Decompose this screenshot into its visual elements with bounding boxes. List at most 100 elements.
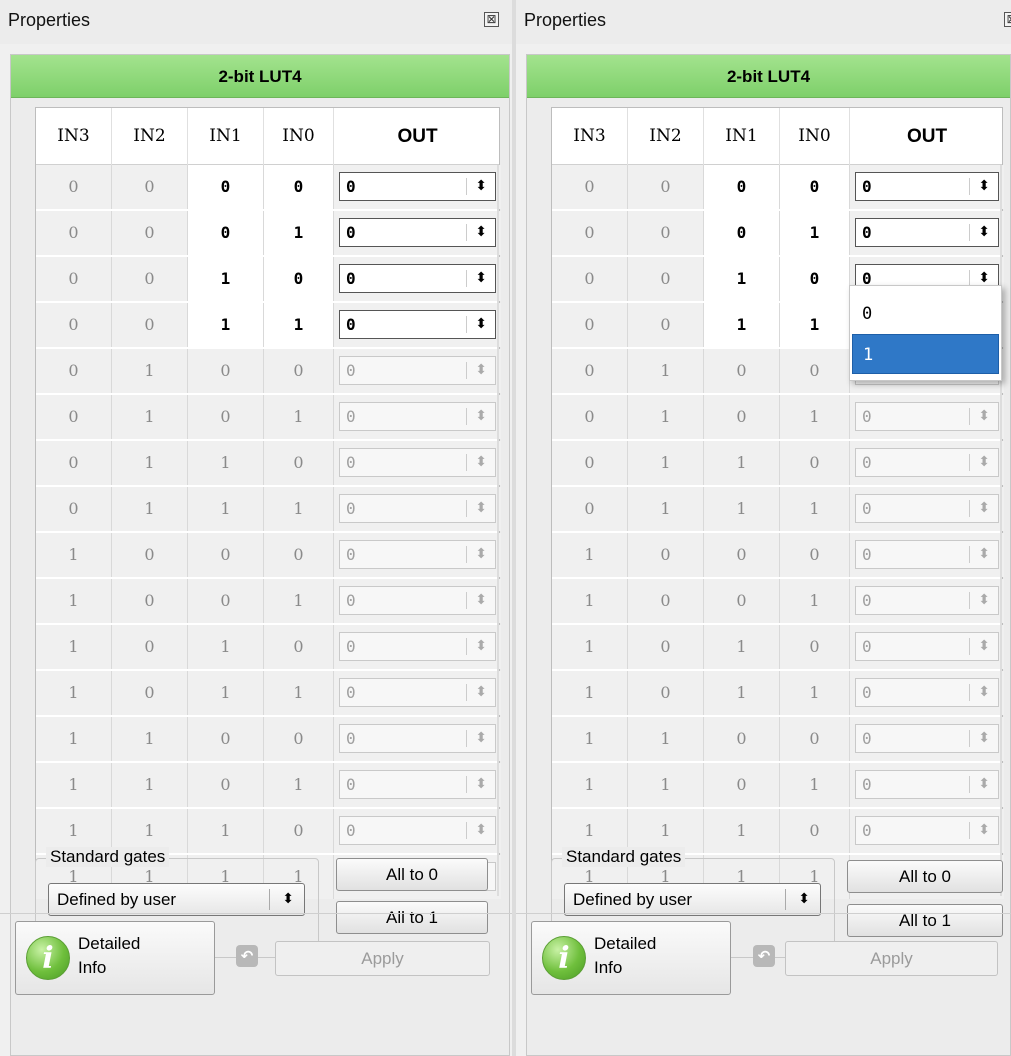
table-row: 0 1 1 0 0 ⬍ bbox=[36, 441, 501, 485]
out-dropdown-list: 0 1 bbox=[849, 285, 1002, 381]
standard-gates-label: Standard gates bbox=[46, 847, 170, 867]
cell-in1: 1 bbox=[704, 625, 780, 669]
cell-in2: 1 bbox=[628, 717, 704, 761]
column-header-in2: IN2 bbox=[628, 108, 704, 165]
out-value-combo[interactable]: 0⬍ bbox=[339, 448, 496, 477]
out-value-combo[interactable]: 0⬍ bbox=[855, 724, 999, 753]
combo-divider bbox=[969, 730, 970, 747]
out-cell: 0⬍ bbox=[850, 441, 1004, 485]
out-value-combo[interactable]: 0⬍ bbox=[339, 310, 496, 339]
close-icon[interactable]: ⊠ bbox=[484, 12, 499, 27]
chevron-updown-icon: ⬍ bbox=[978, 776, 990, 792]
table-row: 0 0 1 0 0 ⬍ bbox=[36, 257, 501, 301]
cell-in0: 1 bbox=[780, 763, 850, 807]
out-value-combo[interactable]: 0⬍ bbox=[339, 678, 496, 707]
cell-in2: 0 bbox=[628, 579, 704, 623]
close-icon[interactable]: ⊠ bbox=[1004, 12, 1011, 27]
detailed-info-button[interactable]: i Detailed Info bbox=[15, 921, 215, 995]
cell-in0: 1 bbox=[780, 395, 850, 439]
select-divider bbox=[785, 889, 786, 910]
cell-in0: 0 bbox=[264, 165, 334, 209]
cell-in3: 0 bbox=[552, 395, 628, 439]
all-to-0-button[interactable]: All to 0 bbox=[336, 858, 488, 891]
dropdown-option-1-selected[interactable]: 1 bbox=[852, 334, 999, 374]
out-value-combo[interactable]: 0⬍ bbox=[855, 816, 999, 845]
out-value-combo[interactable]: 0⬍ bbox=[855, 586, 999, 615]
out-value-combo[interactable]: 0⬍ bbox=[339, 540, 496, 569]
out-value-combo[interactable]: 0⬍ bbox=[855, 448, 999, 477]
out-value-combo[interactable]: 0⬍ bbox=[339, 632, 496, 661]
lut-header: 2-bit LUT4 bbox=[11, 55, 509, 98]
undo-icon[interactable]: ↶ bbox=[236, 945, 258, 967]
cell-in1: 1 bbox=[188, 625, 264, 669]
apply-button[interactable]: Apply bbox=[785, 941, 998, 976]
cell-in2: 0 bbox=[112, 165, 188, 209]
chevron-updown-icon: ⬍ bbox=[475, 546, 487, 562]
out-cell: 0⬍ bbox=[850, 487, 1004, 531]
cell-in3: 1 bbox=[552, 533, 628, 577]
apply-button[interactable]: Apply bbox=[275, 941, 490, 976]
cell-in0: 0 bbox=[780, 165, 850, 209]
out-value-combo[interactable]: 0⬍ bbox=[855, 494, 999, 523]
table-row: 0 1 0 1 0 ⬍ bbox=[552, 395, 1004, 439]
cell-in1: 0 bbox=[188, 763, 264, 807]
dropdown-option-0[interactable]: 0 bbox=[852, 294, 999, 334]
chevron-updown-icon: ⬍ bbox=[475, 730, 487, 746]
cell-in2: 1 bbox=[112, 441, 188, 485]
cell-in1: 1 bbox=[704, 671, 780, 715]
out-value-combo[interactable]: 0⬍ bbox=[855, 218, 999, 247]
all-to-0-button[interactable]: All to 0 bbox=[847, 860, 1003, 893]
all-to-1-button[interactable]: All to 1 bbox=[847, 904, 1003, 937]
out-value-combo[interactable]: 0⬍ bbox=[339, 586, 496, 615]
out-cell: 0⬍ bbox=[334, 441, 501, 485]
table-row: 0 0 0 1 0 ⬍ bbox=[36, 211, 501, 255]
cell-in0: 1 bbox=[780, 211, 850, 255]
cell-in3: 1 bbox=[36, 671, 112, 715]
out-value-combo[interactable]: 0⬍ bbox=[339, 402, 496, 431]
out-value-combo[interactable]: 0⬍ bbox=[339, 816, 496, 845]
out-value-combo[interactable]: 0⬍ bbox=[339, 264, 496, 293]
combo-divider bbox=[466, 730, 467, 747]
out-value-combo[interactable]: 0⬍ bbox=[339, 770, 496, 799]
out-value-combo[interactable]: 0⬍ bbox=[855, 632, 999, 661]
cell-in1: 1 bbox=[704, 809, 780, 853]
out-value: 0 bbox=[346, 361, 356, 380]
out-value-combo[interactable]: 0⬍ bbox=[339, 218, 496, 247]
cell-in1: 1 bbox=[188, 303, 264, 347]
standard-gates-select[interactable]: Defined by user ⬍ bbox=[48, 883, 305, 916]
undo-icon[interactable]: ↶ bbox=[753, 945, 775, 967]
out-value-combo[interactable]: 0⬍ bbox=[339, 172, 496, 201]
out-value-combo[interactable]: 0⬍ bbox=[339, 356, 496, 385]
cell-in2: 1 bbox=[112, 487, 188, 531]
cell-in1: 0 bbox=[704, 349, 780, 393]
out-value: 0 bbox=[346, 821, 356, 840]
divider bbox=[0, 913, 512, 914]
cell-in2: 0 bbox=[628, 533, 704, 577]
out-value-combo[interactable]: 0⬍ bbox=[855, 172, 999, 201]
cell-in3: 0 bbox=[552, 349, 628, 393]
combo-divider bbox=[466, 684, 467, 701]
cell-in1: 1 bbox=[704, 257, 780, 301]
all-to-1-button[interactable]: All to 1 bbox=[336, 901, 488, 934]
standard-gates-select[interactable]: Defined by user ⬍ bbox=[564, 883, 821, 916]
out-value-combo[interactable]: 0⬍ bbox=[855, 770, 999, 799]
chevron-updown-icon: ⬍ bbox=[475, 454, 487, 470]
out-value-combo[interactable]: 0⬍ bbox=[339, 724, 496, 753]
out-value: 0 bbox=[346, 591, 356, 610]
cell-in3: 1 bbox=[552, 717, 628, 761]
cell-in0: 0 bbox=[780, 349, 850, 393]
cell-in3: 0 bbox=[552, 441, 628, 485]
out-value-combo[interactable]: 0⬍ bbox=[855, 678, 999, 707]
out-value-combo[interactable]: 0⬍ bbox=[855, 540, 999, 569]
cell-in3: 1 bbox=[552, 579, 628, 623]
detailed-info-button[interactable]: i Detailed Info bbox=[531, 921, 731, 995]
chevron-updown-icon: ⬍ bbox=[978, 684, 990, 700]
cell-in1: 0 bbox=[188, 579, 264, 623]
cell-in3: 0 bbox=[552, 211, 628, 255]
combo-divider bbox=[466, 224, 467, 241]
out-value-combo[interactable]: 0⬍ bbox=[855, 402, 999, 431]
cell-in2: 1 bbox=[628, 441, 704, 485]
out-value: 0 bbox=[862, 223, 872, 242]
out-value-combo[interactable]: 0⬍ bbox=[339, 494, 496, 523]
table-edge bbox=[497, 165, 499, 896]
